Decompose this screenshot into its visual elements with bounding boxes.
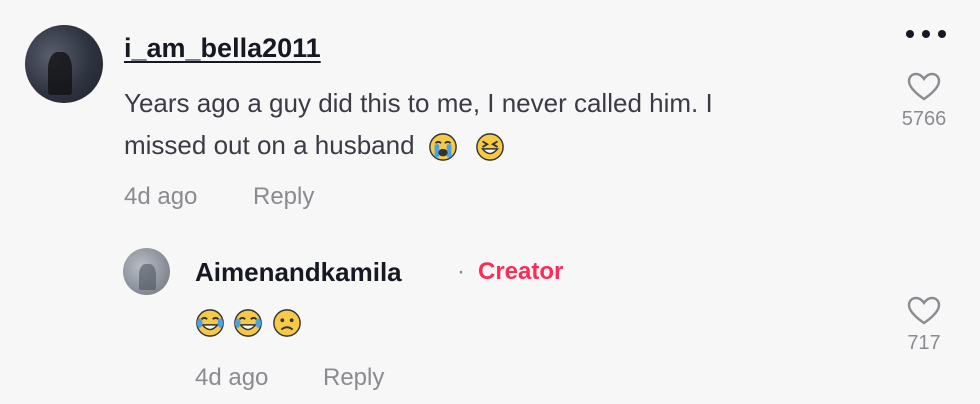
grinning-squinting-face-icon bbox=[476, 133, 504, 161]
face-with-tears-of-joy-icon bbox=[234, 309, 263, 337]
reply-like-button[interactable]: 717 bbox=[889, 296, 959, 355]
reply-reply-button[interactable]: Reply bbox=[323, 364, 384, 392]
comment-like-button[interactable]: 5766 bbox=[889, 72, 959, 131]
comment-text: Years ago a guy did this to me, I never … bbox=[124, 82, 854, 166]
comment-timestamp: 4d ago bbox=[124, 183, 198, 210]
comment-text-line-2: missed out on a husband bbox=[124, 124, 854, 166]
more-options-icon[interactable] bbox=[904, 28, 948, 42]
reply-avatar[interactable] bbox=[123, 248, 170, 295]
reply-username[interactable]: Aimenandkamila bbox=[195, 257, 402, 288]
comment-text-line-2-words: missed out on a husband bbox=[124, 130, 415, 160]
reply-text bbox=[195, 308, 302, 338]
face-with-tears-of-joy-icon bbox=[196, 309, 224, 337]
confused-face-icon bbox=[273, 309, 301, 337]
reply-timestamp: 4d ago bbox=[195, 364, 269, 391]
reply-button[interactable]: Reply bbox=[253, 183, 314, 211]
avatar[interactable] bbox=[25, 25, 103, 103]
creator-badge: Creator bbox=[478, 258, 564, 285]
loudly-crying-face-icon bbox=[428, 133, 457, 161]
heart-icon bbox=[907, 296, 941, 325]
reply-like-count: 717 bbox=[907, 332, 941, 354]
heart-icon bbox=[907, 72, 941, 101]
like-count: 5766 bbox=[901, 108, 947, 130]
comment-text-line-1: Years ago a guy did this to me, I never … bbox=[124, 88, 713, 118]
comment-username[interactable]: i_am_bella2011 bbox=[124, 33, 321, 64]
separator-dot: · bbox=[457, 258, 465, 285]
